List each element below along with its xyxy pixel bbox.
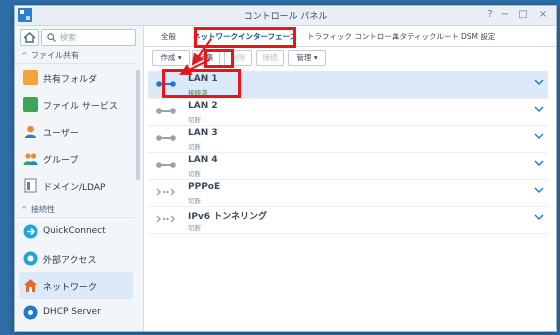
- external-access-icon: [23, 251, 38, 266]
- group-icon: [23, 153, 38, 165]
- sidebar-item-quickconnect[interactable]: QuickConnect: [19, 218, 133, 245]
- edit-button[interactable]: 編集: [192, 50, 220, 66]
- tab-static-route[interactable]: スタティックルート: [392, 31, 459, 42]
- tab-traffic-control[interactable]: トラフィック コントロール: [307, 31, 399, 42]
- interface-name: IPv6 トンネリング: [188, 212, 268, 222]
- quickconnect-icon: [23, 224, 38, 239]
- tab-bar: 全般 ネットワークインターフェース トラフィック コントロール スタティックルー…: [144, 26, 556, 47]
- tab-general[interactable]: 全般: [161, 31, 176, 42]
- shared-folder-icon: [23, 70, 38, 85]
- sidebar-item-dhcp-server[interactable]: DHCP Server: [19, 299, 133, 326]
- interface-name: LAN 1: [188, 74, 218, 84]
- domain-icon: [24, 178, 37, 193]
- interface-status: 切断: [188, 197, 201, 205]
- chevron-down-icon[interactable]: [534, 187, 544, 194]
- search-placeholder: 検索: [60, 33, 76, 42]
- interface-status: 切断: [188, 143, 201, 151]
- lan-disconnected-icon: [156, 108, 176, 114]
- chevron-down-icon[interactable]: [534, 160, 544, 167]
- home-icon: [23, 32, 36, 43]
- tunnel-icon: [156, 215, 175, 223]
- sidebar-item-user[interactable]: ユーザー: [19, 118, 133, 145]
- lan-disconnected-icon: [156, 162, 176, 168]
- caret-down-icon: ▾: [177, 53, 182, 62]
- search-input[interactable]: 検索: [41, 29, 136, 46]
- sidebar-item-external-access[interactable]: 外部アクセス: [19, 245, 133, 272]
- interface-status: 切断: [188, 116, 201, 124]
- chevron-down-icon[interactable]: [534, 133, 544, 140]
- chevron-down-icon[interactable]: [534, 214, 544, 221]
- interface-name: PPPoE: [188, 182, 221, 192]
- sidebar-item-shared-folder[interactable]: 共有フォルダ: [19, 64, 133, 91]
- sidebar-item-network[interactable]: ネットワーク: [19, 272, 133, 299]
- minimize-icon[interactable]: −: [498, 8, 512, 22]
- chevron-up-icon: ^: [21, 51, 28, 60]
- interface-row-lan4[interactable]: LAN 4 切断: [148, 152, 548, 180]
- control-panel-window: コントロール パネル ? − □ × 検索 ^ ファイル共有 共有フォルダ ファ…: [14, 5, 557, 332]
- section-connectivity[interactable]: ^ 接続性: [21, 204, 55, 215]
- sidebar-scrollbar[interactable]: [136, 70, 140, 180]
- tab-network-interface[interactable]: ネットワークインターフェース: [193, 31, 297, 42]
- sidebar-item-file-services[interactable]: ファイル サービス: [19, 91, 133, 118]
- dhcp-server-icon: [23, 305, 38, 320]
- help-icon[interactable]: ?: [483, 8, 497, 22]
- window-title: コントロール パネル: [243, 12, 328, 22]
- interface-name: LAN 2: [188, 101, 218, 111]
- chevron-down-icon[interactable]: [534, 106, 544, 113]
- delete-button[interactable]: 削除: [224, 50, 252, 66]
- maximize-icon[interactable]: □: [516, 8, 530, 22]
- interface-name: LAN 3: [188, 128, 218, 138]
- section-file-sharing[interactable]: ^ ファイル共有: [21, 50, 79, 61]
- sidebar: 検索 ^ ファイル共有 共有フォルダ ファイル サービス ユーザー グループ ド…: [15, 26, 144, 331]
- interface-row-lan3[interactable]: LAN 3 切断: [148, 125, 548, 153]
- create-button[interactable]: 作成 ▾: [152, 50, 190, 66]
- user-icon: [25, 125, 36, 138]
- interface-status: 切断: [188, 170, 201, 178]
- network-icon: [24, 279, 37, 292]
- file-services-icon: [23, 97, 38, 112]
- sidebar-item-group[interactable]: グループ: [19, 145, 133, 172]
- interface-status: 接続済: [188, 89, 208, 97]
- interface-row-ipv6-tunnel[interactable]: IPv6 トンネリング 切断: [148, 206, 548, 234]
- home-button[interactable]: [20, 29, 39, 46]
- search-icon: [47, 33, 56, 42]
- close-icon[interactable]: ×: [536, 8, 550, 22]
- chevron-down-icon[interactable]: [534, 79, 544, 86]
- title-bar: コントロール パネル ? − □ ×: [15, 6, 556, 26]
- interface-status: 切断: [188, 224, 201, 232]
- interface-row-pppoe[interactable]: PPPoE 切断: [148, 179, 548, 207]
- main-panel: 全般 ネットワークインターフェース トラフィック コントロール スタティックルー…: [144, 26, 556, 331]
- caret-down-icon: ▾: [313, 53, 318, 62]
- manage-button[interactable]: 管理 ▾: [288, 50, 326, 66]
- toolbar: 作成 ▾ 編集 削除 接続 管理 ▾: [144, 47, 556, 69]
- chevron-up-icon: ^: [21, 205, 28, 214]
- interface-row-lan1[interactable]: LAN 1 接続済: [148, 71, 548, 99]
- sidebar-item-domain-ldap[interactable]: ドメイン/LDAP: [19, 172, 133, 199]
- connect-button[interactable]: 接続: [256, 50, 284, 66]
- lan-disconnected-icon: [156, 135, 176, 141]
- tab-dsm-settings[interactable]: DSM 設定: [461, 31, 495, 42]
- interface-row-lan2[interactable]: LAN 2 切断: [148, 98, 548, 126]
- lan-connected-icon: [156, 81, 176, 87]
- interface-name: LAN 4: [188, 155, 218, 165]
- pppoe-icon: [156, 188, 175, 196]
